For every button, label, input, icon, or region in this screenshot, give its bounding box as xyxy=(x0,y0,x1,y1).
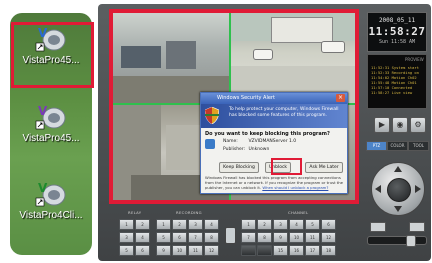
recording-label: RECORDING xyxy=(176,210,202,215)
log-logo: PROVIEW xyxy=(405,57,424,62)
svg-text:V: V xyxy=(38,181,48,195)
record-button-8[interactable]: 8 xyxy=(204,232,219,243)
ptz-arrows-icon xyxy=(375,166,421,212)
relay-button-1[interactable]: 1 xyxy=(119,219,134,230)
vistapro-app-icon: V xyxy=(34,101,68,131)
channel-button-14[interactable] xyxy=(257,245,272,256)
tab-color[interactable]: COLOR xyxy=(387,141,408,151)
clock-sub: Sun 11:58 AM xyxy=(378,39,416,45)
snapshot-button[interactable]: ◉ xyxy=(392,117,408,133)
channel-button-16[interactable]: 16 xyxy=(289,245,304,256)
tab-tool[interactable]: TOOL xyxy=(408,141,429,151)
channel-button-7[interactable]: 7 xyxy=(241,232,256,243)
speed-slider[interactable] xyxy=(367,235,427,247)
tab-ptz[interactable]: PTZ xyxy=(366,141,387,151)
name-label: Name: xyxy=(223,139,238,144)
name-value: VZVIDMANServer 1.0 xyxy=(248,139,297,144)
playback-button[interactable]: ▶ xyxy=(374,117,390,133)
channel-button-17[interactable]: 17 xyxy=(305,245,320,256)
keep-blocking-button[interactable]: Keep Blocking xyxy=(219,162,259,173)
channel-button-9[interactable]: 9 xyxy=(273,232,288,243)
record-button-9[interactable]: 9 xyxy=(156,245,171,256)
channel-button-10[interactable]: 10 xyxy=(289,232,304,243)
desktop-icon-vistapro-2[interactable]: V VistaPro45... xyxy=(10,101,92,144)
relay-button-2[interactable]: 2 xyxy=(135,219,150,230)
dialog-question: Do you want to keep blocking this progra… xyxy=(205,131,330,137)
channel-button-18[interactable]: 18 xyxy=(321,245,336,256)
settings-button[interactable]: ⚙ xyxy=(410,117,426,133)
channel-label: CHANNEL xyxy=(288,210,309,215)
publisher-row: Publisher: Unknown xyxy=(201,146,347,154)
clock-display: 2008_05_11 11:58:27 Sun 11:58 AM xyxy=(367,12,427,52)
relay-button-3[interactable]: 3 xyxy=(119,232,134,243)
relay-button-6[interactable]: 6 xyxy=(135,245,150,256)
slider-knob[interactable] xyxy=(406,235,416,247)
relay-button-5[interactable]: 5 xyxy=(119,245,134,256)
gear-icon: ⚙ xyxy=(414,120,422,129)
channel-button-1[interactable]: 1 xyxy=(241,219,256,230)
publisher-value: Unknown xyxy=(248,147,270,152)
shield-icon xyxy=(205,107,219,124)
channel-button-8[interactable]: 8 xyxy=(257,232,272,243)
dialog-titlebar: Windows Security Alert × xyxy=(201,93,347,104)
channel-button-6[interactable]: 6 xyxy=(321,219,336,230)
banner-text: To help protect your computer, Windows F… xyxy=(229,107,339,118)
record-button-7[interactable]: 7 xyxy=(188,232,203,243)
record-button-10[interactable]: 10 xyxy=(172,245,187,256)
record-button-6[interactable]: 6 xyxy=(172,232,187,243)
channel-button-3[interactable]: 3 xyxy=(273,219,288,230)
record-button-12[interactable]: 12 xyxy=(204,245,219,256)
ask-me-later-button[interactable]: Ask Me Later xyxy=(305,162,343,173)
channel-button-4[interactable]: 4 xyxy=(289,219,304,230)
ptz-joystick[interactable] xyxy=(371,162,425,216)
zoom-in-button[interactable] xyxy=(409,222,425,232)
dialog-banner: To help protect your computer, Windows F… xyxy=(201,104,347,128)
desktop-icon-highlight xyxy=(11,22,94,88)
record-button-2[interactable]: 2 xyxy=(172,219,187,230)
record-button-1[interactable]: 1 xyxy=(156,219,171,230)
svg-text:V: V xyxy=(38,104,48,118)
dialog-title: Windows Security Alert xyxy=(217,95,275,101)
event-log: PROVIEW 11:52:31 System start 11:52:33 R… xyxy=(367,54,427,109)
control-labels: RELAY RECORDING CHANNEL xyxy=(118,210,343,216)
clock-time: 11:58:27 xyxy=(368,25,426,38)
publisher-label: Publisher: xyxy=(223,147,246,152)
relay-button-4[interactable]: 4 xyxy=(135,232,150,243)
play-icon: ▶ xyxy=(378,120,386,129)
control-tabs: PTZ COLOR TOOL xyxy=(366,141,429,151)
record-button-5[interactable]: 5 xyxy=(156,232,171,243)
relay-label: RELAY xyxy=(128,210,142,215)
firewall-alert-dialog: Windows Security Alert × To help protect… xyxy=(200,92,348,194)
channel-button-12[interactable]: 12 xyxy=(321,232,336,243)
desktop-icon-label: VistaPro4Cli... xyxy=(19,210,83,221)
channel-button-15[interactable]: 15 xyxy=(273,245,288,256)
log-line: 11:58:27 Live view xyxy=(371,90,413,95)
desktop-icon-vistapro-client[interactable]: V VistaPro4Cli... xyxy=(10,178,92,221)
camera-icon: ◉ xyxy=(396,120,404,129)
vistapro-client-icon: V xyxy=(34,178,68,208)
pen-icon[interactable] xyxy=(225,227,236,244)
channel-button-5[interactable]: 5 xyxy=(305,219,320,230)
record-button-3[interactable]: 3 xyxy=(188,219,203,230)
clock-date: 2008_05_11 xyxy=(378,17,416,24)
zoom-out-button[interactable] xyxy=(370,222,386,232)
unblock-highlight xyxy=(271,158,302,175)
channel-button-11[interactable]: 11 xyxy=(305,232,320,243)
program-name-row: Name: VZVIDMANServer 1.0 xyxy=(201,138,347,149)
close-icon[interactable]: × xyxy=(336,94,345,102)
desktop-icon-label: VistaPro45... xyxy=(22,133,80,144)
help-link[interactable]: When should I unblock a program? xyxy=(262,185,328,190)
channel-button-13[interactable] xyxy=(241,245,256,256)
record-button-11[interactable]: 11 xyxy=(188,245,203,256)
record-button-4[interactable]: 4 xyxy=(204,219,219,230)
channel-button-2[interactable]: 2 xyxy=(257,219,272,230)
dialog-footer: Windows Firewall has blocked this progra… xyxy=(205,175,343,190)
